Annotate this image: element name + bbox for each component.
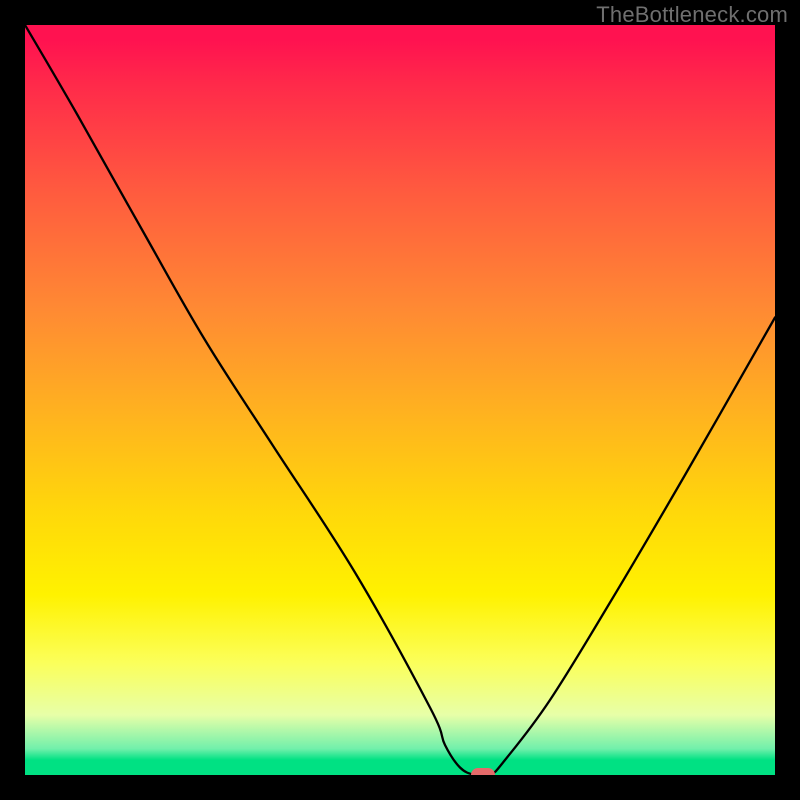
- bottleneck-curve-path: [25, 25, 775, 775]
- plot-area: [25, 25, 775, 775]
- chart-frame: TheBottleneck.com: [0, 0, 800, 800]
- line-chart: [25, 25, 775, 775]
- optimum-marker: [471, 768, 495, 775]
